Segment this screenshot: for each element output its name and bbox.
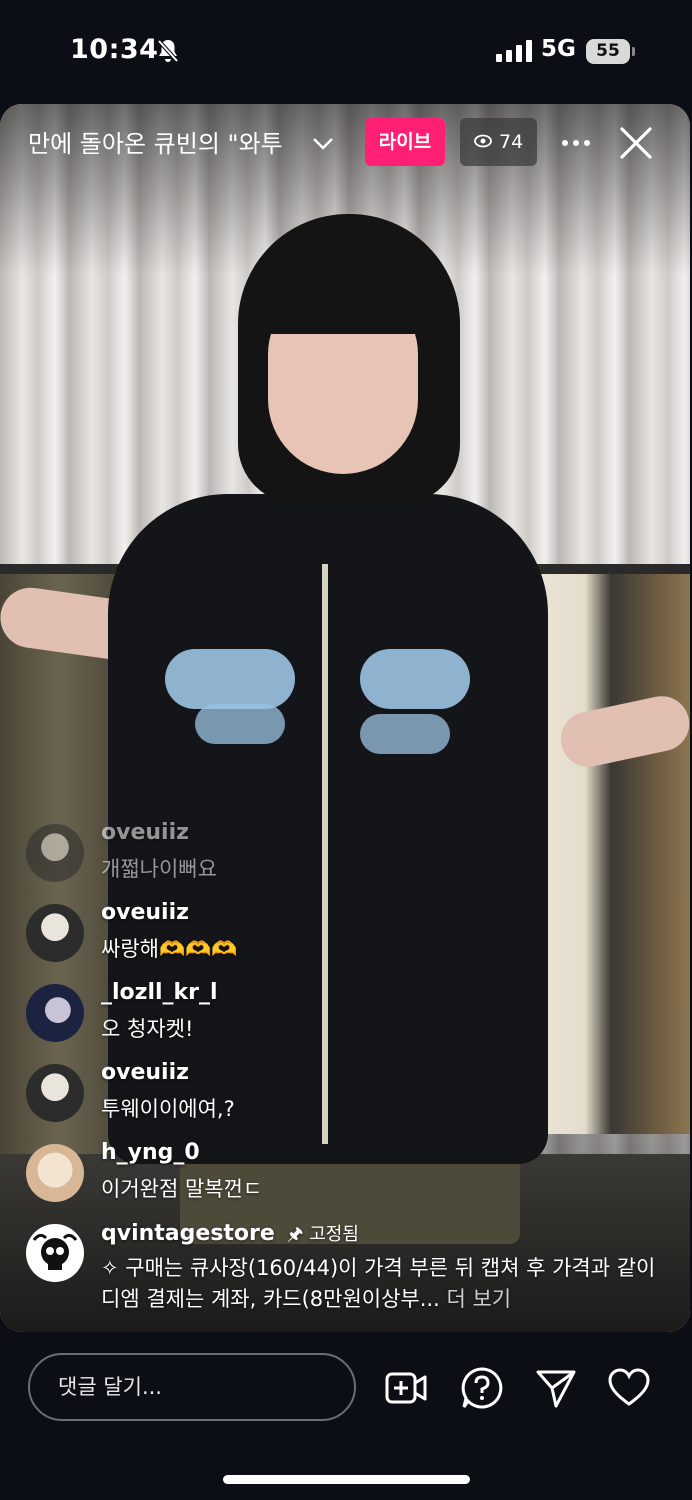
comment-text: 오 청자켓!: [101, 1017, 194, 1041]
comment-text: 투웨이이에여,?: [101, 1097, 235, 1121]
avatar[interactable]: [26, 904, 84, 962]
home-indicator: [223, 1475, 470, 1484]
comment-username[interactable]: oveuiiz: [101, 900, 189, 925]
status-bar: 10:34 5G 55: [0, 0, 692, 100]
jacket-patch: [195, 704, 285, 744]
pinned-text: ✧ 구매는 큐사장(160/44)이 가격 부른 뒤 캡쳐 후 가격과 같이 디…: [101, 1253, 676, 1315]
battery-icon: 55: [586, 39, 630, 64]
chevron-down-icon[interactable]: [311, 132, 335, 156]
comment-username[interactable]: oveuiiz: [101, 1060, 189, 1085]
comment-item: h_yng_0 이거완점 말복껀ㄷ: [26, 1140, 676, 1212]
live-badge: 라이브: [365, 118, 445, 166]
signal-icon: [496, 40, 532, 62]
comment-item: oveuiiz 싸랑해🫶🫶🫶: [26, 900, 676, 972]
jacket-patch: [165, 649, 295, 709]
viewer-count-badge[interactable]: 74: [460, 118, 537, 166]
send-icon[interactable]: [534, 1366, 578, 1410]
comment-username[interactable]: _lozll_kr_l: [101, 980, 218, 1005]
heart-icon[interactable]: [607, 1366, 651, 1410]
avatar[interactable]: [26, 824, 84, 882]
comment-item: _lozll_kr_l 오 청자켓!: [26, 980, 676, 1052]
see-more-link[interactable]: 더 보기: [446, 1287, 511, 1311]
avatar[interactable]: [26, 1064, 84, 1122]
close-icon[interactable]: [618, 125, 654, 161]
pinned-body: 구매는 큐사장(160/44)이 가격 부른 뒤 캡쳐 후 가격과 같이 디엠 …: [101, 1256, 656, 1311]
comment-text: 이거완점 말복껀ㄷ: [101, 1177, 263, 1201]
battery-tip: [632, 47, 635, 56]
add-video-icon[interactable]: [384, 1366, 428, 1410]
jacket-patch: [360, 714, 450, 754]
comment-username[interactable]: oveuiiz: [101, 820, 189, 845]
question-icon[interactable]: [460, 1366, 504, 1410]
eye-icon: [474, 134, 492, 148]
status-time: 10:34: [70, 34, 159, 65]
sparkle-icon: ✧: [101, 1256, 126, 1280]
viewer-count: 74: [499, 131, 524, 153]
comment-text: 개쩗나이뻐요: [101, 857, 217, 881]
pinned-comment: qvintagestore 🖈 고정됨 ✧ 구매는 큐사장(160/44)이 가격…: [26, 1220, 676, 1320]
presenter-bangs: [262, 254, 432, 334]
comment-text: 싸랑해🫶🫶🫶: [101, 937, 238, 961]
pin-icon: 🖈: [286, 1224, 310, 1245]
jacket-patch: [360, 649, 470, 709]
pinned-username[interactable]: qvintagestore: [101, 1221, 275, 1246]
comment-item: oveuiiz 투웨이이에여,?: [26, 1060, 676, 1132]
bell-off-icon: [157, 39, 179, 63]
avatar[interactable]: [26, 1224, 84, 1282]
skull-logo-icon: [32, 1233, 78, 1270]
avatar[interactable]: [26, 984, 84, 1042]
more-options-icon[interactable]: [560, 130, 592, 156]
comment-username[interactable]: h_yng_0: [101, 1140, 200, 1165]
comment-input[interactable]: 댓글 달기...: [28, 1353, 356, 1421]
comment-item: oveuiiz 개쩗나이뻐요: [26, 820, 676, 892]
live-title[interactable]: 만에 돌아온 큐빈의 "와투: [28, 126, 303, 162]
avatar[interactable]: [26, 1144, 84, 1202]
network-type: 5G: [541, 36, 576, 62]
pinned-label: 고정됨: [309, 1224, 359, 1245]
comment-username[interactable]: qvintagestore 🖈 고정됨: [101, 1220, 359, 1252]
